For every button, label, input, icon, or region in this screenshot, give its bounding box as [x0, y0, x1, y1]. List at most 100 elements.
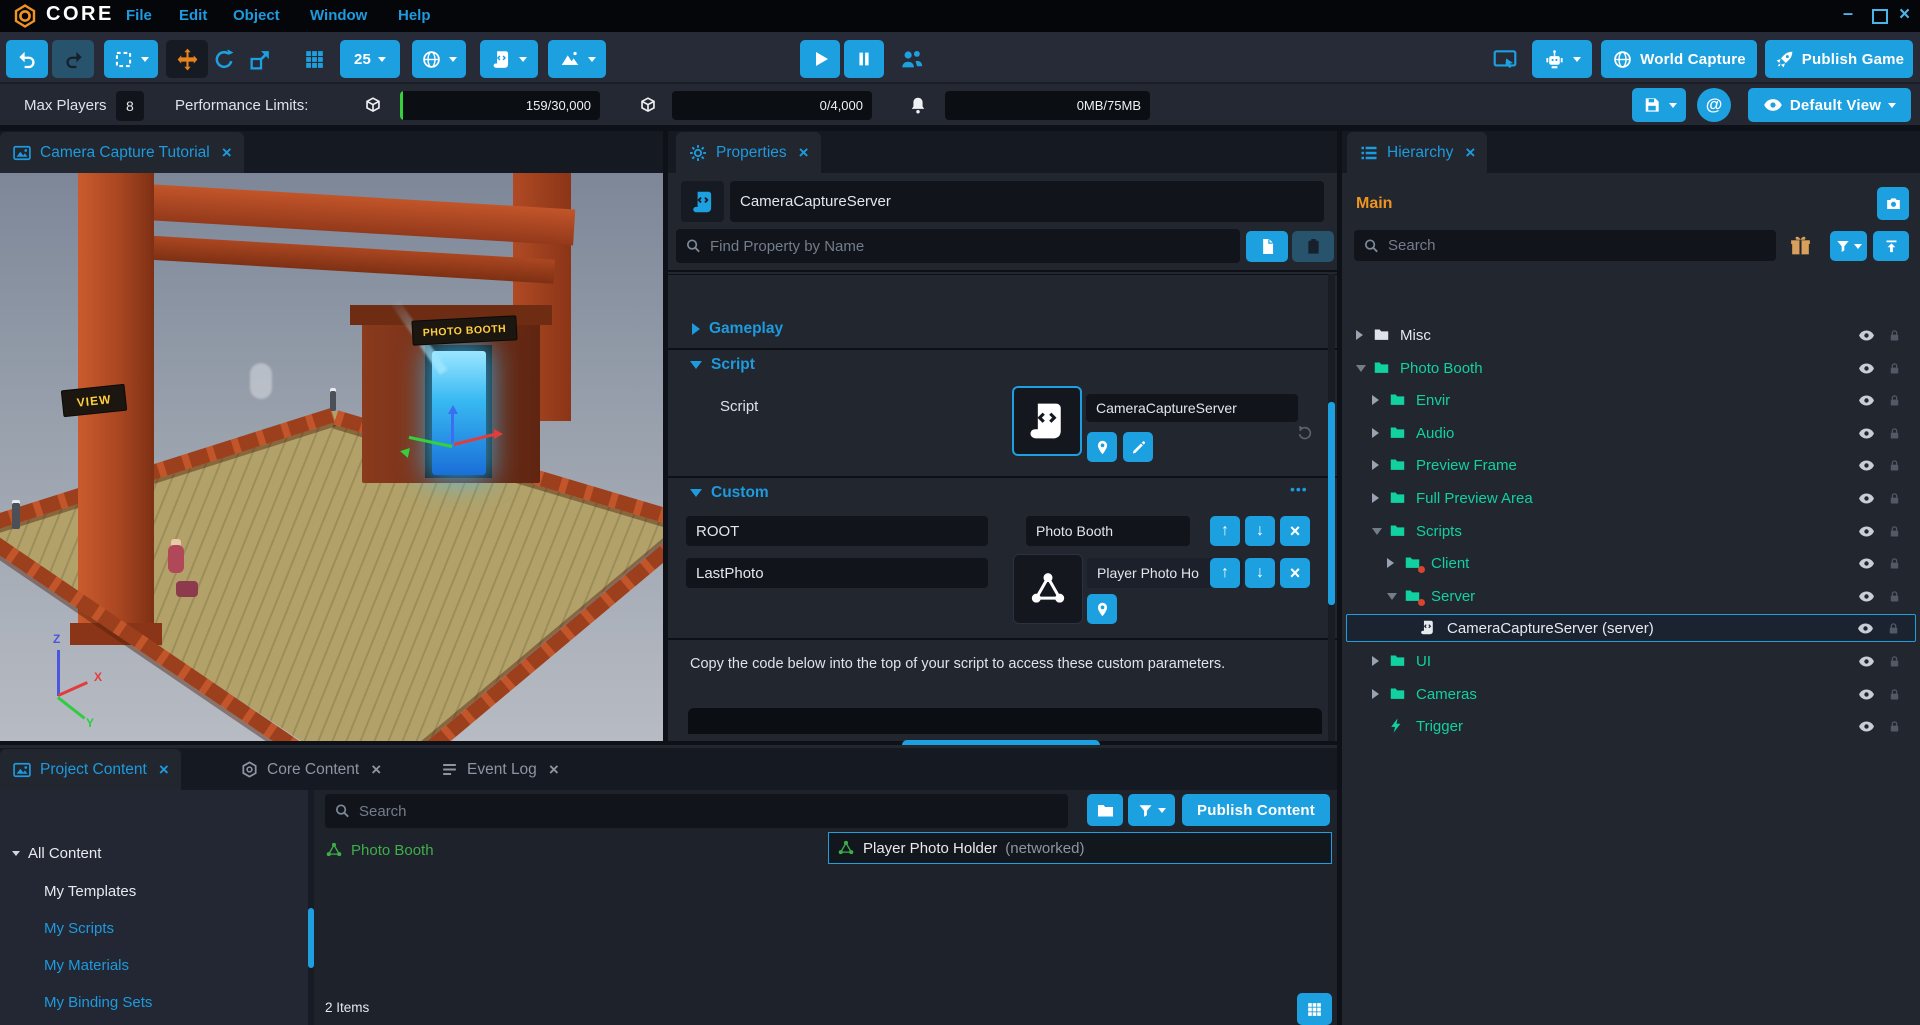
- section-script[interactable]: Script: [690, 356, 755, 374]
- menu-object[interactable]: Object: [233, 7, 280, 24]
- menu-window[interactable]: Window: [310, 7, 367, 24]
- hierarchy-item-cameracaptureserver[interactable]: CameraCaptureServer (server): [1346, 614, 1916, 642]
- terrain-dropdown[interactable]: [548, 40, 606, 78]
- custom-key-field[interactable]: ROOT: [686, 516, 988, 546]
- visibility-eye-icon[interactable]: [1858, 392, 1875, 409]
- custom-value-field[interactable]: Photo Booth: [1026, 516, 1190, 546]
- remove-property-button[interactable]: ×: [1280, 558, 1310, 588]
- sidebar-item-my-templates[interactable]: My Templates: [44, 880, 136, 902]
- expand-arrow-icon[interactable]: [1356, 365, 1369, 372]
- sidebar-item-all-content[interactable]: All Content: [12, 842, 101, 864]
- lock-icon[interactable]: [1887, 556, 1902, 571]
- lock-icon[interactable]: [1887, 491, 1902, 506]
- code-snippet-box[interactable]: [688, 708, 1322, 734]
- window-minimize-button[interactable]: –: [1843, 3, 1853, 24]
- visibility-eye-icon[interactable]: [1858, 555, 1875, 572]
- visibility-eye-icon[interactable]: [1858, 653, 1875, 670]
- move-down-button[interactable]: ↓: [1245, 558, 1275, 588]
- hierarchy-item-photo-booth[interactable]: Photo Booth: [1346, 354, 1916, 382]
- tab-properties[interactable]: Properties ×: [676, 132, 821, 173]
- find-script-in-hierarchy-button[interactable]: [1087, 432, 1117, 462]
- play-button[interactable]: [800, 40, 840, 78]
- hierarchy-item-ui[interactable]: UI: [1346, 647, 1916, 675]
- menu-edit[interactable]: Edit: [179, 7, 207, 24]
- visibility-eye-icon[interactable]: [1858, 718, 1875, 735]
- lock-icon[interactable]: [1887, 328, 1902, 343]
- visibility-eye-icon[interactable]: [1858, 588, 1875, 605]
- visibility-eye-icon[interactable]: [1858, 686, 1875, 703]
- tab-camera-capture-tutorial[interactable]: Camera Capture Tutorial ×: [0, 132, 244, 173]
- project-content-tab-close-icon[interactable]: ×: [159, 760, 169, 780]
- move-down-button[interactable]: ↓: [1245, 516, 1275, 546]
- tab-project-content[interactable]: Project Content ×: [0, 749, 181, 790]
- lock-icon[interactable]: [1887, 426, 1902, 441]
- properties-tab-close-icon[interactable]: ×: [799, 143, 809, 163]
- world-capture-button[interactable]: World Capture: [1601, 40, 1757, 78]
- move-up-button[interactable]: ↑: [1210, 558, 1240, 588]
- reset-script-icon[interactable]: [1295, 422, 1315, 442]
- visibility-eye-icon[interactable]: [1857, 620, 1874, 637]
- lock-icon[interactable]: [1887, 393, 1902, 408]
- grid-snap-icon[interactable]: [302, 47, 327, 72]
- lock-icon[interactable]: [1887, 687, 1902, 702]
- lock-icon[interactable]: [1887, 719, 1902, 734]
- hierarchy-filter-button[interactable]: [1830, 231, 1867, 261]
- hierarchy-item-client[interactable]: Client: [1346, 549, 1916, 577]
- collapse-arrow-icon[interactable]: [1372, 428, 1385, 438]
- custom-key-field[interactable]: LastPhoto: [686, 558, 988, 588]
- networked-object-thumbnail[interactable]: [1013, 554, 1083, 624]
- selection-mode-dropdown[interactable]: [104, 40, 158, 78]
- collapse-arrow-icon[interactable]: [1372, 689, 1385, 699]
- hierarchy-search-input[interactable]: [1354, 230, 1776, 261]
- scale-tool-button[interactable]: [248, 47, 273, 72]
- collapse-arrow-icon[interactable]: [1372, 493, 1385, 503]
- lock-icon[interactable]: [1887, 524, 1902, 539]
- help-button[interactable]: @: [1697, 88, 1731, 122]
- pause-button[interactable]: [844, 40, 884, 78]
- custom-section-menu-icon[interactable]: •••: [1290, 481, 1308, 497]
- lock-icon[interactable]: [1887, 654, 1902, 669]
- rewards-gift-icon[interactable]: [1788, 233, 1813, 258]
- collapse-arrow-icon[interactable]: [1372, 395, 1385, 405]
- hierarchy-item-trigger[interactable]: Trigger: [1346, 712, 1916, 740]
- collapse-all-button[interactable]: [1873, 231, 1909, 261]
- tab-hierarchy[interactable]: Hierarchy ×: [1347, 132, 1487, 173]
- lock-icon[interactable]: [1887, 589, 1902, 604]
- hierarchy-item-cameras[interactable]: Cameras: [1346, 680, 1916, 708]
- preview-screen-icon[interactable]: [1492, 47, 1518, 73]
- content-search-input[interactable]: [325, 794, 1068, 828]
- window-close-button[interactable]: ×: [1899, 4, 1910, 26]
- find-object-in-hierarchy-button[interactable]: [1087, 594, 1117, 624]
- default-view-dropdown[interactable]: Default View: [1748, 88, 1911, 122]
- viewport-3d-canvas[interactable]: PHOTO BOOTH VIEW Z: [0, 173, 663, 741]
- property-search-input[interactable]: [676, 229, 1240, 263]
- sidebar-item-my-scripts[interactable]: My Scripts: [44, 917, 114, 939]
- max-players-input[interactable]: [116, 91, 144, 121]
- sidebar-item-my-materials[interactable]: My Materials: [44, 954, 129, 976]
- core-content-tab-close-icon[interactable]: ×: [371, 760, 381, 780]
- properties-scrollbar[interactable]: [1328, 402, 1335, 605]
- content-item-player-photo-holder[interactable]: Player Photo Holder (networked): [828, 832, 1332, 864]
- grid-view-toggle-button[interactable]: [1297, 993, 1332, 1025]
- collapse-arrow-icon[interactable]: [1387, 558, 1400, 568]
- expand-arrow-icon[interactable]: [1372, 528, 1385, 535]
- rotate-tool-button[interactable]: [212, 47, 237, 72]
- paste-properties-button[interactable]: [1292, 231, 1334, 262]
- publish-content-button[interactable]: Publish Content: [1182, 794, 1330, 826]
- scene-capture-button[interactable]: [1877, 187, 1909, 220]
- visibility-eye-icon[interactable]: [1858, 523, 1875, 540]
- section-custom[interactable]: Custom: [690, 484, 769, 502]
- object-name-field[interactable]: CameraCaptureServer: [730, 181, 1324, 222]
- lock-icon[interactable]: [1887, 361, 1902, 376]
- world-settings-dropdown[interactable]: [412, 40, 466, 78]
- viewport-tab-close-icon[interactable]: ×: [222, 143, 232, 163]
- sidebar-item-my-binding-sets[interactable]: My Binding Sets: [44, 991, 152, 1013]
- visibility-eye-icon[interactable]: [1858, 490, 1875, 507]
- content-item-photo-booth[interactable]: Photo Booth: [325, 834, 825, 866]
- bot-tools-dropdown[interactable]: [1532, 40, 1592, 78]
- collapse-arrow-icon[interactable]: [1372, 460, 1385, 470]
- window-restore-button[interactable]: [1872, 9, 1888, 24]
- visibility-eye-icon[interactable]: [1858, 425, 1875, 442]
- remove-property-button[interactable]: ×: [1280, 516, 1310, 546]
- hierarchy-item-server[interactable]: Server: [1346, 582, 1916, 610]
